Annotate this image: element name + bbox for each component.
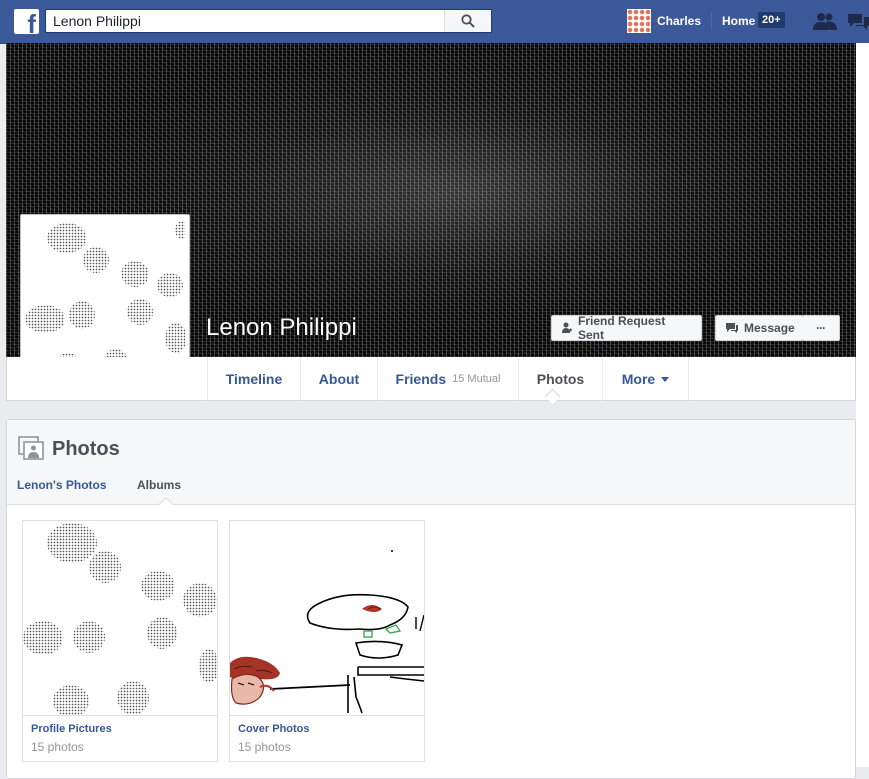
profile-name[interactable]: Lenon Philippi [206, 314, 357, 342]
mutual-friends-count: 15 Mutual [452, 373, 501, 385]
subtab-lenons-photos[interactable]: Lenon's Photos [17, 478, 107, 492]
tab-more-label: More [621, 371, 656, 387]
friend-requests-icon[interactable] [813, 12, 837, 30]
tab-about[interactable]: About [300, 357, 377, 401]
facebook-logo-icon[interactable]: f [14, 9, 39, 37]
home-link[interactable]: Home [722, 14, 755, 28]
photos-title: Photos [52, 438, 120, 460]
album-thumbnail[interactable] [23, 521, 217, 716]
add-friend-icon [562, 322, 572, 334]
tab-about-label: About [318, 371, 360, 387]
friend-request-sent-button[interactable]: Friend Request Sent [551, 314, 702, 342]
home-badge: 20+ [758, 12, 785, 28]
message-label: Message [744, 321, 795, 335]
user-name: Charles [657, 14, 702, 28]
messages-icon[interactable] [848, 12, 869, 32]
tab-timeline[interactable]: Timeline [207, 357, 300, 401]
user-profile-link[interactable]: Charles [627, 9, 701, 33]
message-icon [726, 322, 738, 334]
album-thumbnail-image [23, 521, 217, 715]
friend-request-sent-label: Friend Request Sent [578, 314, 666, 342]
avatar [627, 9, 651, 33]
album-photo-count: 15 photos [31, 740, 84, 754]
top-navigation-bar: f Charles Home 20+ [0, 0, 869, 44]
nav-divider [711, 12, 712, 30]
tab-more[interactable]: More [602, 357, 689, 401]
photos-icon [18, 436, 44, 460]
right-sidebar-edge [856, 43, 869, 767]
album-thumbnail[interactable] [230, 521, 424, 716]
tab-photos-label: Photos [536, 371, 585, 387]
cover-drawing-image [230, 521, 424, 715]
tab-friends[interactable]: Friends 15 Mutual [377, 357, 518, 401]
search-icon [461, 14, 475, 28]
album-card[interactable]: Cover Photos 15 photos [229, 520, 425, 762]
album-title[interactable]: Profile Pictures [31, 723, 112, 735]
profile-picture-image [25, 219, 185, 379]
message-button[interactable]: Message [715, 315, 803, 341]
more-options-button[interactable]: ··· [802, 315, 840, 341]
tab-photos[interactable]: Photos [518, 357, 602, 401]
album-card[interactable]: Profile Pictures 15 photos [22, 520, 218, 762]
tab-friends-label: Friends [395, 371, 447, 387]
album-title[interactable]: Cover Photos [238, 723, 310, 735]
more-options-icon: ··· [816, 321, 826, 335]
album-photo-count: 15 photos [238, 740, 291, 754]
profile-tab-bar: Timeline About Friends 15 Mutual Photos … [6, 357, 856, 401]
tab-timeline-label: Timeline [225, 371, 283, 387]
chevron-down-icon [661, 376, 670, 382]
search-box [45, 9, 492, 33]
photos-header: Photos Lenon's Photos Albums [7, 420, 855, 505]
search-input[interactable] [53, 13, 433, 29]
subtab-albums[interactable]: Albums [137, 478, 181, 492]
search-button[interactable] [444, 10, 491, 32]
photos-section: Photos Lenon's Photos Albums Profile Pic… [6, 419, 856, 779]
